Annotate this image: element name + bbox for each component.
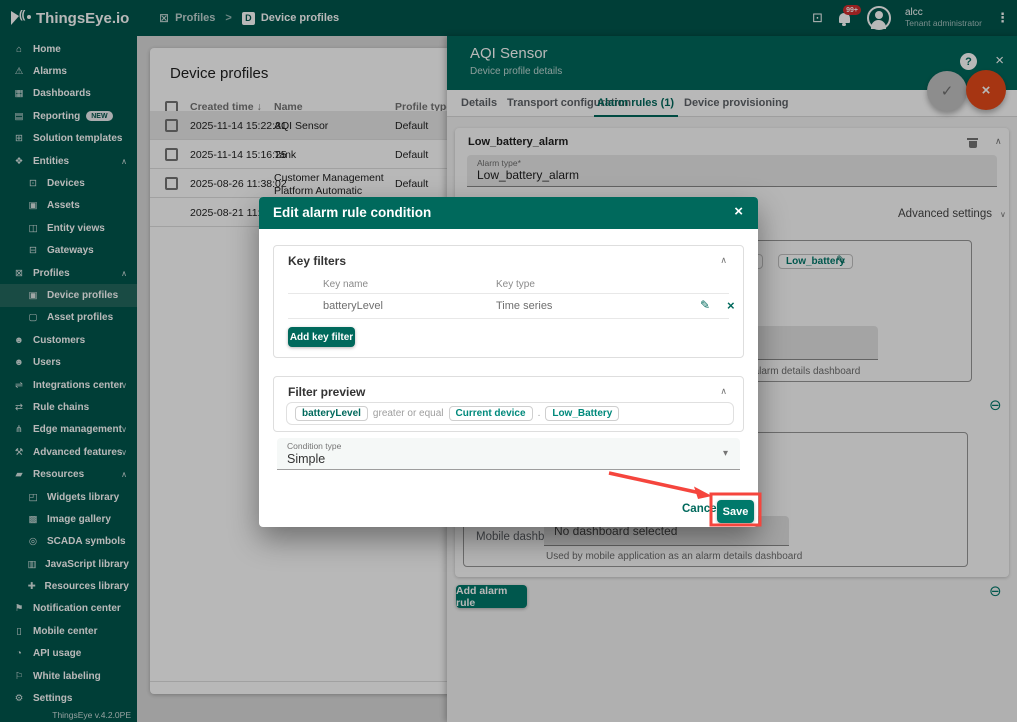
condition-type-select[interactable]: Condition type Simple ▾ <box>277 438 740 470</box>
app-window: ThingsEye.io ⊠ Profiles > D Device profi… <box>0 0 1017 722</box>
key-type-column: Key type <box>496 279 535 290</box>
key-filters-title: Key filters <box>288 254 346 268</box>
dropdown-caret-icon: ▾ <box>723 448 728 459</box>
filter-value-chip[interactable]: Low_Battery <box>545 406 619 421</box>
divider <box>288 318 729 319</box>
key-name-column: Key name <box>323 279 368 290</box>
filter-key-chip[interactable]: batteryLevel <box>295 406 368 421</box>
filter-separator: . <box>538 408 541 419</box>
filter-preview-expression: batteryLevel greater or equal Current de… <box>286 402 734 425</box>
add-key-filter-button[interactable]: Add key filter <box>288 327 355 347</box>
filter-preview-title: Filter preview <box>288 385 365 399</box>
dialog-header: Edit alarm rule condition × <box>259 197 758 229</box>
key-filters-section: Key filters ∧ Key name Key type batteryL… <box>273 245 744 358</box>
edit-alarm-rule-condition-dialog: Edit alarm rule condition × Key filters … <box>259 197 758 527</box>
delete-key-filter-icon[interactable]: × <box>727 298 735 313</box>
condition-type-label: Condition type <box>287 441 341 451</box>
collapse-filter-preview-icon[interactable]: ∧ <box>720 386 727 397</box>
key-filter-type: Time series <box>496 300 552 312</box>
dialog-title: Edit alarm rule condition <box>273 205 431 220</box>
filter-entity-chip[interactable]: Current device <box>449 406 533 421</box>
filter-preview-section: Filter preview ∧ batteryLevel greater or… <box>273 376 744 432</box>
edit-key-filter-icon[interactable]: ✎ <box>700 298 710 312</box>
condition-type-value: Simple <box>287 452 325 466</box>
collapse-key-filters-icon[interactable]: ∧ <box>720 255 727 266</box>
cancel-button[interactable]: Cancel <box>682 503 720 515</box>
filter-operation: greater or equal <box>373 408 444 419</box>
divider <box>288 293 729 294</box>
dialog-close-icon[interactable]: × <box>734 203 743 220</box>
save-button[interactable]: Save <box>717 500 754 523</box>
key-filter-name: batteryLevel <box>323 300 383 312</box>
